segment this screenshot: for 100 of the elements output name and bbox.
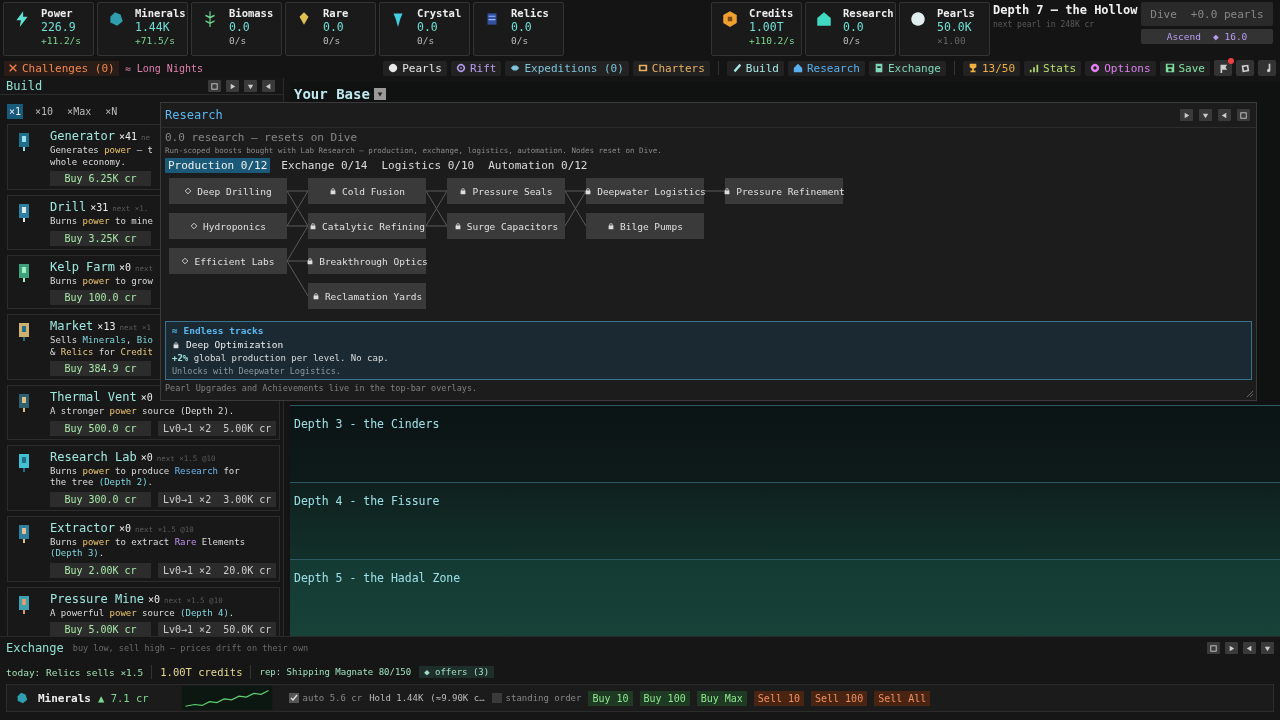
upgrade-button[interactable]: Lv0→1 ×2 50.0K cr <box>158 622 277 636</box>
stop-button[interactable] <box>1237 109 1250 121</box>
buy-button[interactable]: Buy 2.00K cr <box>50 562 151 578</box>
research-node[interactable]: Pressure Seals <box>447 178 565 204</box>
sell-button[interactable]: Sell All <box>874 690 931 706</box>
multiplier-tab[interactable]: ×1 <box>7 104 24 119</box>
buy-button[interactable]: Buy 384.9 cr <box>50 361 151 376</box>
buy-button[interactable]: Buy 5.00K cr <box>50 622 151 636</box>
building-count: ×0 <box>140 451 153 463</box>
nav-button[interactable]: Rift <box>450 60 502 76</box>
buy-button[interactable]: Buy Max <box>696 690 747 706</box>
resource-name: Rare <box>323 7 349 19</box>
reputation-label: rep: Shipping Magnate 80/150 <box>259 667 412 677</box>
resource-name: Crystal <box>417 7 462 19</box>
research-node[interactable]: Efficient Labs <box>169 248 287 274</box>
caret-left-icon <box>1220 110 1229 120</box>
nav-button[interactable]: Options <box>1085 60 1156 76</box>
buy-button[interactable]: Buy 500.0 cr <box>50 420 151 436</box>
depth-label: Depth 4 - the Fissure <box>294 494 440 508</box>
category-tab[interactable]: Production 0/12 <box>165 158 271 173</box>
category-tab[interactable]: Automation 0/12 <box>485 158 591 173</box>
sell-button[interactable]: Sell 10 <box>753 690 804 706</box>
multiplier-tab[interactable]: ×Max <box>65 104 94 119</box>
play-button[interactable] <box>1225 642 1238 654</box>
upgrade-button[interactable]: Lv0→1 ×2 20.0K cr <box>158 562 277 578</box>
flag-button[interactable] <box>1214 60 1232 76</box>
upgrade-button[interactable]: Lv0→1 ×2 3.00K cr <box>158 491 277 507</box>
collapse-button[interactable] <box>1261 642 1274 654</box>
buy-button[interactable]: Buy 6.25K cr <box>50 171 151 186</box>
machine-icon <box>16 593 32 616</box>
stop-button[interactable] <box>208 80 221 92</box>
building-count: ×13 <box>97 321 116 332</box>
collapse-button[interactable] <box>1199 109 1212 121</box>
play-button[interactable] <box>226 80 239 92</box>
resize-handle[interactable] <box>1246 390 1254 398</box>
buy-button[interactable]: Buy 300.0 cr <box>50 491 151 507</box>
building-description: Burns power to extract Rare Elements (Depth 3). <box>50 536 247 560</box>
crate-icon <box>873 63 884 73</box>
building-description: Sells Minerals, Bio & Relics for Credit <box>50 335 153 358</box>
dropdown-button[interactable] <box>373 88 386 100</box>
diamond-icon <box>181 257 190 265</box>
play-button[interactable] <box>1180 109 1193 121</box>
card-button[interactable] <box>1236 60 1254 76</box>
checkbox[interactable] <box>491 693 502 703</box>
category-tab[interactable]: Exchange 0/14 <box>278 158 371 173</box>
footer-note: Pearl Upgrades and Achievements live in the top-bar overlays. <box>165 383 479 393</box>
research-node[interactable]: Surge Capacitors <box>447 213 565 239</box>
sell-button[interactable]: Sell 100 <box>811 690 868 706</box>
research-node[interactable]: Reclamation Yards <box>308 283 426 309</box>
research-node[interactable]: Pressure Refinement <box>725 178 843 204</box>
building-name: Extractor <box>50 520 116 535</box>
ascend-button[interactable]: Ascend ◆ 16.0 <box>1141 29 1273 44</box>
offers-button[interactable]: ◆ offers (3) <box>419 666 495 678</box>
buy-button[interactable]: Buy 100 <box>639 690 690 706</box>
building-count: ×0 <box>119 522 132 534</box>
resource-name: Minerals <box>135 7 186 19</box>
nav-button[interactable]: 13/50 <box>962 60 1020 76</box>
resource-name: Credits <box>749 7 795 19</box>
track-effect: +2% global production per level. No cap. <box>172 353 390 363</box>
resource-value: 0.0 <box>229 20 251 34</box>
machine-icon <box>16 392 32 414</box>
collapse-button[interactable] <box>244 80 257 92</box>
research-node[interactable]: Bilge Pumps <box>586 213 704 239</box>
stop-button[interactable] <box>1207 642 1220 654</box>
music-button[interactable] <box>1258 60 1276 76</box>
category-tab[interactable]: Logistics 0/10 <box>378 158 478 173</box>
coin-icon <box>721 10 739 28</box>
nav-button[interactable]: Save <box>1159 60 1210 76</box>
back-button[interactable] <box>262 80 275 92</box>
buy-button[interactable]: Buy 100.0 cr <box>50 290 151 305</box>
checkbox[interactable] <box>288 693 299 703</box>
challenges-button[interactable]: Challenges (0) <box>4 60 119 76</box>
research-node[interactable]: Deep Drilling <box>169 178 287 204</box>
resource-value: 0.0 <box>843 20 865 34</box>
lock-icon <box>453 222 462 230</box>
research-node[interactable]: Breakthrough Optics <box>308 248 426 274</box>
holding-value: (≈9.90K c… <box>430 693 485 703</box>
nav-button[interactable]: Pearls <box>383 60 447 76</box>
nav-button[interactable]: Research <box>787 60 865 76</box>
research-node[interactable]: Deepwater Logistics <box>586 178 704 204</box>
multiplier-tab[interactable]: ×N <box>103 104 120 119</box>
upgrade-button[interactable]: Lv0→1 ×2 5.00K cr <box>158 420 277 436</box>
nav-button[interactable]: Charters <box>632 60 710 76</box>
research-node[interactable]: Hydroponics <box>169 213 287 239</box>
research-node[interactable]: Catalytic Refining <box>308 213 426 239</box>
research-node[interactable]: Cold Fusion <box>308 178 426 204</box>
buy-button[interactable]: Buy 10 <box>588 690 633 706</box>
nav-button[interactable]: Exchange <box>868 60 946 76</box>
lock-icon <box>459 187 468 195</box>
lock-icon <box>306 257 315 265</box>
back-button[interactable] <box>1218 109 1231 121</box>
panel-tagline: buy low, sell high — prices drift on their own <box>72 643 309 653</box>
multiplier-tab[interactable]: ×10 <box>33 104 56 119</box>
nav-button[interactable]: Build <box>726 60 784 76</box>
building-name: Research Lab <box>50 449 137 464</box>
back-button[interactable] <box>1243 642 1256 654</box>
buy-button[interactable]: Buy 3.25K cr <box>50 230 151 246</box>
nav-button[interactable]: Stats <box>1024 60 1082 76</box>
resource-value: 1.00T <box>749 20 785 34</box>
nav-button[interactable]: Expeditions (0) <box>505 60 629 76</box>
